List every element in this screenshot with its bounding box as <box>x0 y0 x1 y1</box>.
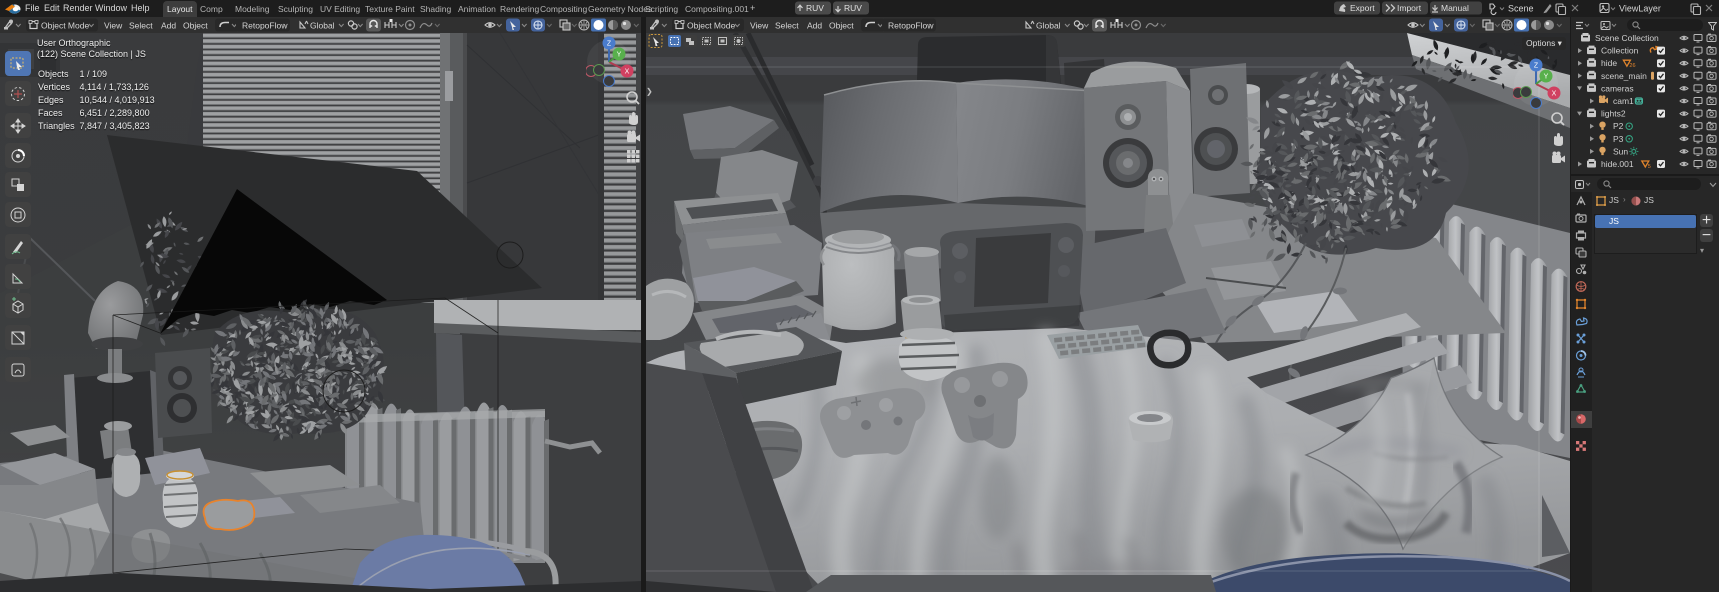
svg-text:RUV: RUV <box>806 3 824 13</box>
svg-text:Object: Object <box>829 21 854 31</box>
svg-text:5: 5 <box>1648 164 1651 170</box>
svg-text:Select: Select <box>129 21 153 31</box>
svg-text:Object Mode: Object Mode <box>687 21 735 31</box>
svg-text:Object: Object <box>183 21 208 31</box>
svg-text:RetopoFlow: RetopoFlow <box>888 21 934 31</box>
svg-text:cam1: cam1 <box>1613 96 1634 106</box>
svg-text:View: View <box>750 21 769 31</box>
svg-text:X: X <box>1552 91 1557 98</box>
svg-text:Global: Global <box>310 21 335 31</box>
svg-text:Z: Z <box>1534 63 1539 70</box>
svg-text:Object Mode: Object Mode <box>41 21 89 31</box>
svg-text:Add: Add <box>161 21 176 31</box>
svg-text:Scene Collection: Scene Collection <box>1595 33 1659 43</box>
svg-text:Z: Z <box>607 41 612 48</box>
svg-text:hide: hide <box>1601 58 1617 68</box>
svg-text:Global: Global <box>1036 21 1061 31</box>
svg-text:Manual: Manual <box>1441 3 1469 13</box>
svg-text:View: View <box>104 21 123 31</box>
svg-text:Import: Import <box>1397 3 1422 13</box>
svg-text:Y: Y <box>1544 74 1549 81</box>
svg-text:cameras: cameras <box>1601 83 1634 93</box>
svg-text:Export: Export <box>1350 3 1375 13</box>
svg-text:hide.001: hide.001 <box>1601 159 1634 169</box>
svg-text:Collection: Collection <box>1601 46 1639 56</box>
svg-text:Scene: Scene <box>1508 4 1534 14</box>
svg-text:26: 26 <box>1629 63 1635 69</box>
svg-text:RUV: RUV <box>844 3 862 13</box>
svg-text:Select: Select <box>775 21 799 31</box>
svg-text:Sun: Sun <box>1613 146 1628 156</box>
svg-text:scene_main: scene_main <box>1601 71 1647 81</box>
svg-text:X: X <box>625 69 630 76</box>
svg-text:lights2: lights2 <box>1601 109 1626 119</box>
svg-text:Y: Y <box>617 52 622 59</box>
svg-text:ViewLayer: ViewLayer <box>1619 4 1661 14</box>
svg-text:RetopoFlow: RetopoFlow <box>242 21 288 31</box>
svg-text:Add: Add <box>807 21 822 31</box>
svg-text:P2: P2 <box>1613 121 1624 131</box>
svg-text:P3: P3 <box>1613 134 1624 144</box>
